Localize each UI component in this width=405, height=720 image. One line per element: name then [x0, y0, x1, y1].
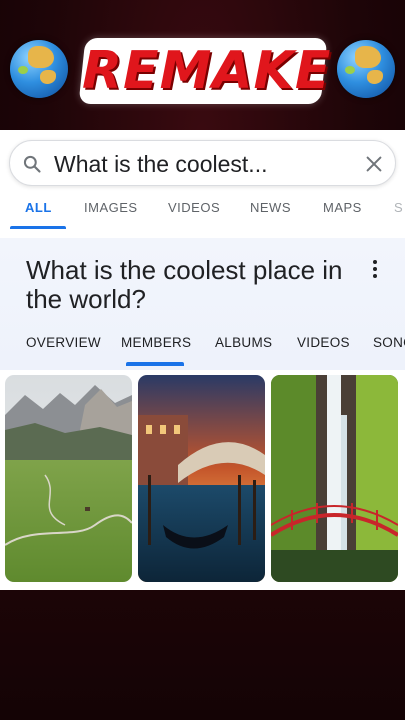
tab-members[interactable]: MEMBERS: [121, 335, 191, 350]
waterfall-bridge-image[interactable]: [271, 375, 398, 582]
banner-title: REMAKE: [82, 41, 332, 101]
search-icon[interactable]: [22, 154, 42, 174]
search-input[interactable]: What is the coolest...: [54, 141, 267, 187]
tab-maps[interactable]: MAPS: [323, 200, 362, 215]
tab-albums[interactable]: ALBUMS: [215, 335, 272, 350]
tab-overview[interactable]: OVERVIEW: [26, 335, 101, 350]
venice-canal-image[interactable]: [138, 375, 265, 582]
tab-all[interactable]: ALL: [25, 200, 52, 215]
banner: REMAKE: [0, 0, 405, 130]
active-kp-tab-indicator: [126, 362, 184, 366]
search-results-screen: What is the coolest... ALL IMAGES VIDEOS…: [0, 130, 405, 590]
close-icon[interactable]: [363, 153, 385, 175]
search-bar[interactable]: What is the coolest...: [9, 140, 396, 186]
bottom-background: [0, 590, 405, 720]
search-tabs: ALL IMAGES VIDEOS NEWS MAPS S: [0, 192, 405, 229]
globe-asia-icon: [337, 40, 395, 98]
active-tab-indicator: [10, 226, 66, 229]
globe-asia-icon: [10, 40, 68, 98]
tab-videos[interactable]: VIDEOS: [168, 200, 220, 215]
mountain-valley-image[interactable]: [5, 375, 132, 582]
tab-images[interactable]: IMAGES: [84, 200, 138, 215]
knowledge-panel: What is the coolest place in the world? …: [0, 238, 405, 370]
image-grid: [0, 370, 405, 590]
tab-more-partial[interactable]: S: [394, 200, 403, 215]
tab-news[interactable]: NEWS: [250, 200, 291, 215]
more-vert-icon[interactable]: [372, 260, 378, 278]
tab-song[interactable]: SONG: [373, 335, 405, 350]
tab-videos-kp[interactable]: VIDEOS: [297, 335, 350, 350]
page-title: What is the coolest place in the world?: [26, 255, 343, 314]
